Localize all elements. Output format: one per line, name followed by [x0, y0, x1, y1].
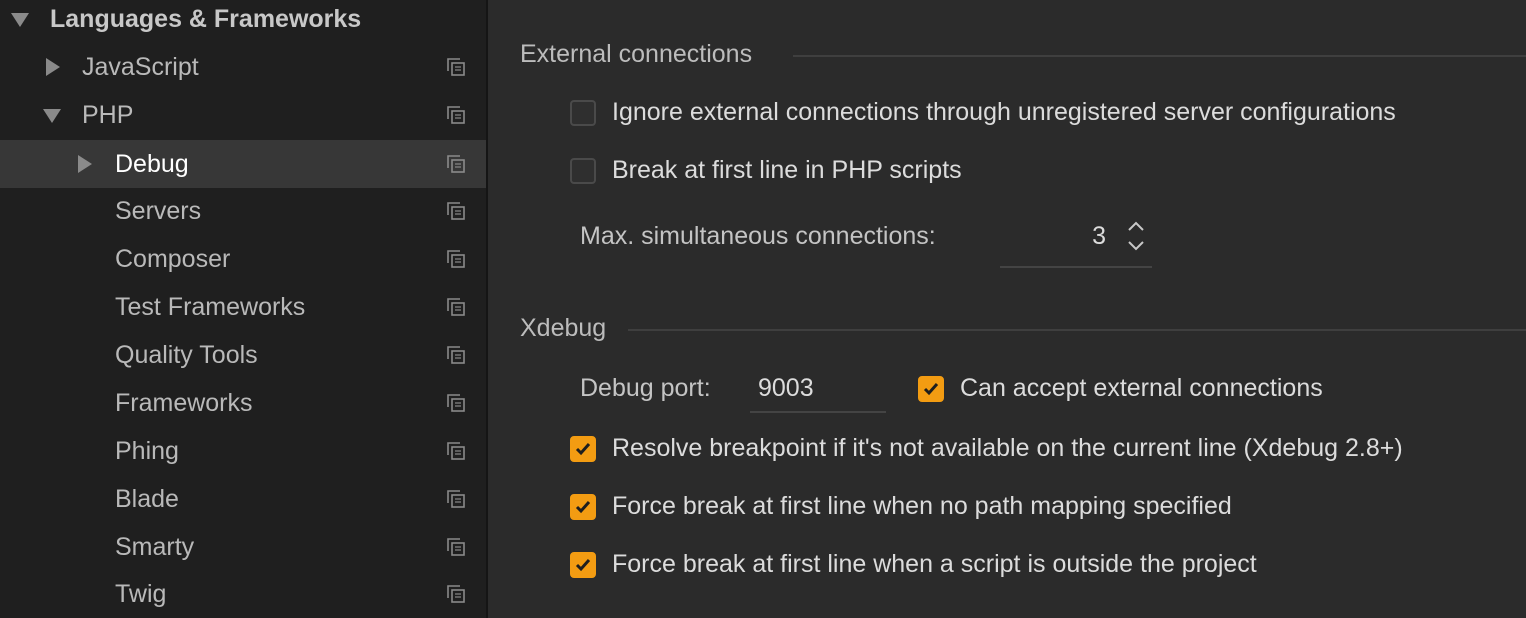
project-settings-icon	[447, 585, 465, 603]
sidebar-item-test-frameworks[interactable]: Test Frameworks	[0, 283, 486, 331]
project-settings-icon	[447, 106, 465, 124]
force-break-no-mapping-checkbox[interactable]	[570, 493, 596, 520]
break-first-line-label: Break at first line in PHP scripts	[612, 156, 962, 184]
sidebar-item-label: Twig	[115, 579, 167, 608]
sidebar-item-debug[interactable]: Debug	[0, 140, 486, 188]
sidebar-item-label: JavaScript	[82, 52, 199, 81]
project-settings-icon	[447, 346, 465, 364]
sidebar-item-languages-frameworks[interactable]: Languages & Frameworks	[0, 0, 486, 43]
max-connections-value[interactable]: 3	[1092, 222, 1106, 251]
max-connections-label: Max. simultaneous connections:	[580, 222, 936, 250]
sidebar-item-label: Quality Tools	[115, 340, 258, 369]
sidebar-item-label: Test Frameworks	[115, 292, 306, 321]
chevron-down-icon[interactable]	[43, 109, 61, 123]
sidebar-item-php[interactable]: PHP	[0, 91, 486, 139]
accept-external-connections-label: Can accept external connections	[960, 374, 1323, 402]
max-connections-spinner[interactable]: 3	[1000, 221, 1152, 268]
debug-port-field[interactable]: 9003	[750, 373, 886, 413]
checkmark-icon	[923, 382, 939, 395]
sidebar-item-composer[interactable]: Composer	[0, 235, 486, 283]
checkmark-icon	[575, 442, 591, 455]
accept-external-connections-option[interactable]: Can accept external connections	[918, 374, 1323, 403]
project-settings-icon	[447, 538, 465, 556]
ignore-external-connections-checkbox[interactable]	[570, 99, 596, 126]
sidebar-item-servers[interactable]: Servers	[0, 187, 486, 235]
accept-external-connections-checkbox[interactable]	[918, 375, 944, 402]
spinner-arrows-icon[interactable]	[1126, 216, 1146, 256]
project-settings-icon	[447, 490, 465, 508]
sidebar-item-quality-tools[interactable]: Quality Tools	[0, 331, 486, 379]
sidebar-item-frameworks[interactable]: Frameworks	[0, 379, 486, 427]
checkmark-icon	[575, 558, 591, 571]
sidebar-item-twig[interactable]: Twig	[0, 570, 486, 618]
sidebar-item-label: Debug	[115, 149, 189, 178]
force-break-outside-project-label: Force break at first line when a script …	[612, 550, 1257, 578]
sidebar-item-label: PHP	[82, 100, 134, 129]
force-break-no-mapping-label: Force break at first line when no path m…	[612, 492, 1232, 520]
sidebar-item-label: Languages & Frameworks	[50, 4, 362, 33]
debug-port-value[interactable]: 9003	[758, 374, 814, 403]
project-settings-icon	[447, 298, 465, 316]
section-separator	[793, 55, 1526, 57]
force-break-outside-project-option[interactable]: Force break at first line when a script …	[570, 550, 1257, 579]
checkmark-icon	[575, 500, 591, 513]
chevron-down-icon[interactable]	[11, 13, 29, 27]
resolve-breakpoint-checkbox[interactable]	[570, 435, 596, 462]
sidebar-item-label: Blade	[115, 484, 179, 513]
chevron-right-icon[interactable]	[46, 58, 60, 76]
debug-settings-panel: External connections Ignore external con…	[488, 0, 1526, 618]
sidebar-item-label: Composer	[115, 244, 231, 273]
sidebar-item-phing[interactable]: Phing	[0, 427, 486, 475]
project-settings-icon	[447, 202, 465, 220]
sidebar-item-label: Servers	[115, 196, 202, 225]
resolve-breakpoint-label: Resolve breakpoint if it's not available…	[612, 434, 1403, 462]
resolve-breakpoint-option[interactable]: Resolve breakpoint if it's not available…	[570, 434, 1403, 463]
sidebar-item-smarty[interactable]: Smarty	[0, 523, 486, 571]
project-settings-icon	[447, 155, 465, 173]
project-settings-icon	[447, 250, 465, 268]
sidebar-item-label: Smarty	[115, 532, 195, 561]
debug-port-label: Debug port:	[580, 374, 711, 402]
force-break-outside-project-checkbox[interactable]	[570, 551, 596, 578]
sidebar-item-label: Phing	[115, 436, 179, 465]
chevron-right-icon[interactable]	[78, 155, 92, 173]
project-settings-icon	[447, 442, 465, 460]
sidebar-item-blade[interactable]: Blade	[0, 475, 486, 523]
break-first-line-checkbox[interactable]	[570, 157, 596, 184]
section-separator	[628, 329, 1526, 331]
force-break-no-mapping-option[interactable]: Force break at first line when no path m…	[570, 492, 1232, 521]
ignore-external-connections-option[interactable]: Ignore external connections through unre…	[570, 98, 1396, 127]
project-settings-icon	[447, 58, 465, 76]
ignore-external-connections-label: Ignore external connections through unre…	[612, 98, 1396, 126]
sidebar-item-label: Frameworks	[115, 388, 253, 417]
project-settings-icon	[447, 394, 465, 412]
section-title-external-connections: External connections	[520, 40, 753, 68]
break-first-line-option[interactable]: Break at first line in PHP scripts	[570, 156, 962, 185]
section-title-xdebug: Xdebug	[520, 314, 607, 342]
settings-sidebar: Languages & Frameworks JavaScript PHP De…	[0, 0, 486, 618]
sidebar-item-javascript[interactable]: JavaScript	[0, 43, 486, 91]
